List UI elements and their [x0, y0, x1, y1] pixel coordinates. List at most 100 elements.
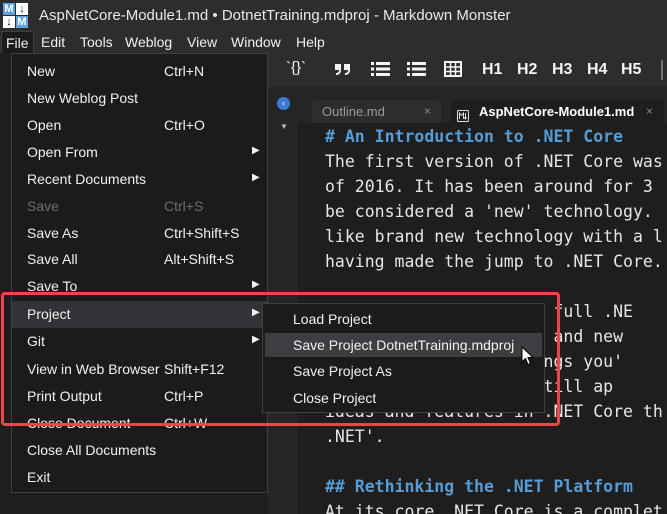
menu-item-shortcut: Ctrl+P [164, 388, 204, 404]
submenu-arrow-icon: ▶ [252, 145, 260, 156]
menu-item-new[interactable]: New Ctrl+N [12, 58, 267, 85]
submenu-arrow-icon: ▶ [252, 334, 260, 345]
markdown-file-icon [457, 106, 469, 122]
menu-item-shortcut: Ctrl+N [164, 63, 205, 79]
menu-item-label: Print Output [27, 388, 102, 404]
submenu-item-save-project-as[interactable]: Save Project As [265, 359, 542, 383]
menu-item-open-from[interactable]: Open From ▶ [12, 139, 267, 166]
editor-line: At its core .NET Core is a complet [325, 502, 663, 514]
editor-line: .NET'. [325, 427, 385, 446]
tab-label: Outline.md [322, 104, 385, 119]
numbered-list-button[interactable] [407, 61, 427, 81]
menu-item-save-as[interactable]: Save As Ctrl+Shift+S [12, 220, 267, 247]
menu-item-save: Save Ctrl+S [12, 193, 267, 220]
heading1-button[interactable]: H1 [482, 61, 502, 81]
menu-help[interactable]: Help [292, 31, 329, 53]
menu-item-label: Save [27, 198, 59, 214]
table-button[interactable] [444, 61, 462, 81]
menu-item-print-output[interactable]: Print Output Ctrl+P [12, 383, 267, 410]
menu-item-label: Save As [27, 225, 79, 241]
document-tab-bar: Outline.md × AspNetCore-Module1.md × [298, 87, 667, 123]
submenu-item-label: Load Project [293, 311, 372, 327]
editor-line: having made the jump to .NET Core. [325, 252, 663, 271]
menu-item-shortcut: Ctrl+O [164, 117, 205, 133]
menu-window[interactable]: Window [227, 31, 285, 53]
quote-icon [335, 64, 350, 75]
menu-item-view-in-web-browser[interactable]: View in Web Browser Shift+F12 [12, 356, 267, 383]
menu-item-shortcut: Ctrl+Shift+S [164, 225, 240, 241]
project-submenu: Load Project Save Project DotnetTraining… [262, 303, 545, 413]
inline-code-button[interactable]: `{}` [286, 59, 306, 79]
menu-item-new-weblog-post[interactable]: New Weblog Post [12, 85, 267, 112]
collapse-sidebar-button[interactable]: ‹ [277, 97, 290, 110]
dropdown-arrow-icon[interactable]: ▼ [280, 122, 288, 131]
close-icon[interactable]: × [646, 100, 653, 123]
submenu-arrow-icon: ▶ [252, 307, 260, 318]
menu-item-recent-documents[interactable]: Recent Documents ▶ [12, 166, 267, 193]
bullet-list-icon [371, 62, 390, 76]
menu-item-save-to[interactable]: Save To ▶ [12, 273, 267, 300]
menu-item-label: Exit [27, 469, 51, 485]
table-icon [444, 61, 462, 77]
menu-item-label: New [27, 63, 56, 79]
close-icon[interactable]: × [424, 100, 431, 123]
heading3-button[interactable]: H3 [552, 61, 572, 81]
editor-line: ## Rethinking the .NET Platform [325, 477, 633, 496]
editor-line: The first version of .NET Core was [325, 152, 663, 171]
heading4-button[interactable]: H4 [587, 61, 607, 81]
menu-item-open[interactable]: Open Ctrl+O [12, 112, 267, 139]
submenu-item-save-project[interactable]: Save Project DotnetTraining.mdproj [265, 333, 542, 357]
menu-item-label: Open From [27, 144, 98, 160]
bullet-list-button[interactable] [371, 61, 391, 81]
submenu-arrow-icon: ▶ [252, 172, 260, 183]
menu-item-exit[interactable]: Exit [12, 464, 267, 491]
menu-edit[interactable]: Edit [37, 31, 69, 53]
menu-item-label: Save To [27, 278, 78, 294]
menu-view[interactable]: View [183, 31, 221, 53]
menu-item-label: Git [27, 333, 45, 349]
quote-button[interactable] [334, 61, 352, 81]
submenu-item-label: Save Project As [293, 363, 392, 379]
menu-item-label: New Weblog Post [27, 90, 139, 106]
toolbar: `{}` H1 H2 H3 H4 H5 [268, 53, 667, 87]
menu-item-close-all-documents[interactable]: Close All Documents [12, 437, 267, 464]
submenu-item-load-project[interactable]: Load Project [265, 307, 542, 331]
menu-item-shortcut: Alt+Shift+S [164, 251, 235, 267]
menu-item-label: Project [27, 306, 71, 322]
menu-item-label: Close Document [27, 415, 131, 431]
editor-line: of 2016. It has been around for 3 [325, 177, 653, 196]
sidebar-strip [268, 87, 298, 514]
menu-item-git[interactable]: Git ▶ [12, 328, 267, 355]
menu-item-label: Recent Documents [27, 171, 147, 187]
menu-item-shortcut: Ctrl+S [164, 198, 204, 214]
submenu-item-label: Close Project [293, 390, 377, 406]
tab-label: AspNetCore-Module1.md [479, 104, 635, 119]
editor-line: be considered a 'new' technology. [325, 202, 653, 221]
menu-item-save-all[interactable]: Save All Alt+Shift+S [12, 246, 267, 273]
menu-item-shortcut: Shift+F12 [164, 361, 225, 377]
menu-weblog[interactable]: Weblog [121, 31, 176, 53]
tab-aspnetcore-module1[interactable]: AspNetCore-Module1.md × [451, 100, 664, 123]
menu-bar: File Edit Tools Weblog View Window Help [0, 31, 667, 53]
heading5-button[interactable]: H5 [621, 61, 641, 81]
heading2-button[interactable]: H2 [517, 61, 537, 81]
mouse-cursor-icon [521, 345, 535, 371]
numbered-list-icon [407, 62, 426, 76]
menu-item-label: View in Web Browser [27, 361, 160, 377]
markdown-monster-logo-icon[interactable]: M ↓ ↓ M [2, 2, 30, 29]
editor-line: like brand new technology with a l [325, 227, 663, 246]
submenu-arrow-icon: ▶ [252, 279, 260, 290]
menu-item-project[interactable]: Project ▶ [12, 301, 267, 328]
menu-file[interactable]: File [1, 31, 34, 53]
menu-tools[interactable]: Tools [76, 31, 117, 53]
submenu-item-label: Save Project DotnetTraining.mdproj [293, 337, 515, 353]
submenu-item-close-project[interactable]: Close Project [265, 386, 542, 410]
window-title: AspNetCore-Module1.md • DotnetTraining.m… [39, 7, 511, 24]
tab-outline[interactable]: Outline.md × [312, 100, 442, 123]
menu-item-label: Save All [27, 251, 78, 267]
menu-item-label: Close All Documents [27, 442, 157, 458]
editor-line: # An Introduction to .NET Core [325, 127, 624, 146]
chevron-left-icon: ‹ [282, 98, 285, 108]
menu-item-label: Open [27, 117, 62, 133]
menu-item-close-document[interactable]: Close Document Ctrl+W [12, 410, 267, 437]
